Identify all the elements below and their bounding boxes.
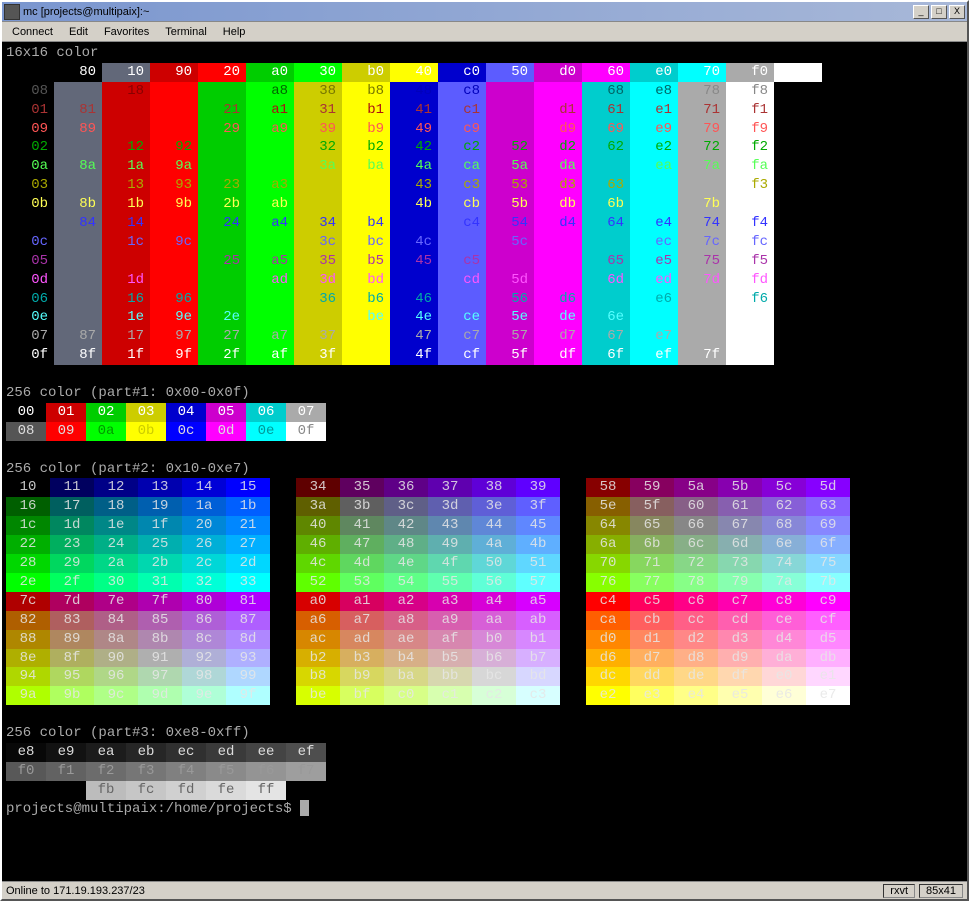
status-bar: Online to 171.19.193.237/23 rxvt 85x41 (2, 881, 967, 899)
minimize-button[interactable]: _ (913, 5, 929, 19)
close-button[interactable]: X (949, 5, 965, 19)
menu-help[interactable]: Help (215, 24, 254, 40)
app-window: mc [projects@multipaix]:~ _ □ X Connect … (0, 0, 969, 901)
maximize-button[interactable]: □ (931, 5, 947, 19)
menu-terminal[interactable]: Terminal (157, 24, 215, 40)
app-icon (4, 4, 20, 20)
window-title: mc [projects@multipaix]:~ (23, 6, 911, 18)
status-termtype: rxvt (883, 884, 915, 898)
menubar: Connect Edit Favorites Terminal Help (2, 22, 967, 42)
titlebar[interactable]: mc [projects@multipaix]:~ _ □ X (2, 2, 967, 22)
menu-favorites[interactable]: Favorites (96, 24, 157, 40)
menu-connect[interactable]: Connect (4, 24, 61, 40)
menu-edit[interactable]: Edit (61, 24, 96, 40)
terminal-output[interactable]: 16x16 color80109020a030b040c050d060e070f… (2, 42, 967, 881)
status-connection: Online to 171.19.193.237/23 (6, 885, 879, 897)
status-dimensions: 85x41 (919, 884, 963, 898)
